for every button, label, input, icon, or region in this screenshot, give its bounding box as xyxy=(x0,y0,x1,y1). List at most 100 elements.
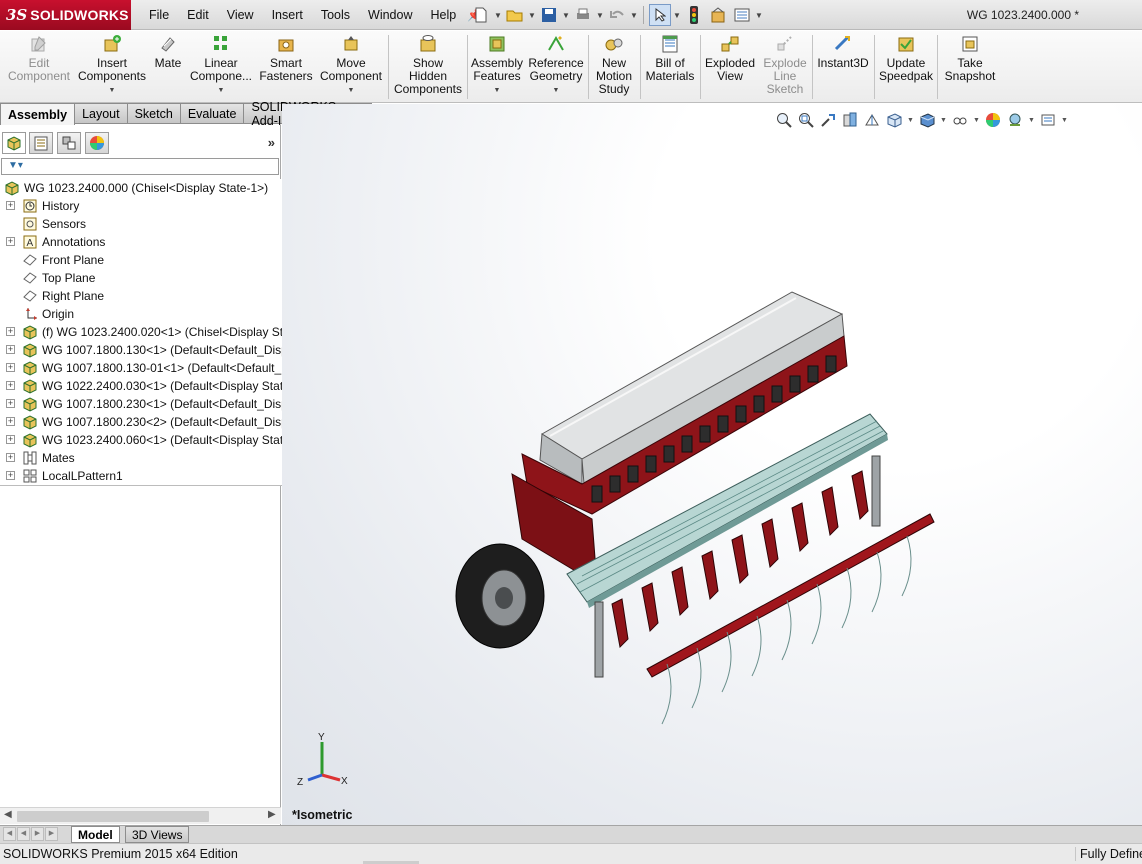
menu-insert[interactable]: Insert xyxy=(263,8,312,22)
prev-tab-icon[interactable]: ◀ xyxy=(17,827,30,841)
print-dropdown-icon[interactable]: ▼ xyxy=(596,11,604,20)
display-style-dropdown-icon[interactable]: ▼ xyxy=(940,117,947,124)
tab-layout[interactable]: Layout xyxy=(75,103,128,124)
new-dropdown-icon[interactable]: ▼ xyxy=(494,11,502,20)
tree-item-component[interactable]: WG 1023.2400.060<1> (Default<Display Sta… xyxy=(22,431,288,449)
scroll-right-icon[interactable]: ▶ xyxy=(268,809,276,820)
reference-geometry-button[interactable]: Reference Geometry ▼ xyxy=(527,34,585,97)
tree-item-sensors[interactable]: Sensors xyxy=(22,215,86,233)
edit-component-button[interactable]: Edit Component xyxy=(6,34,72,83)
expand-pattern-icon[interactable]: + xyxy=(6,471,15,480)
expand-component-icon[interactable]: + xyxy=(6,363,15,372)
tree-item-component[interactable]: WG 1007.1800.130-01<1> (Default<Default_… xyxy=(22,359,288,377)
tree-item-component[interactable]: WG 1007.1800.230<2> (Default<Default_Dis… xyxy=(22,413,288,431)
file-properties-icon[interactable] xyxy=(707,4,729,26)
select-dropdown-icon[interactable]: ▼ xyxy=(673,11,681,20)
tab-evaluate[interactable]: Evaluate xyxy=(180,103,245,124)
expand-mates-icon[interactable]: + xyxy=(6,453,15,462)
linear-pattern-dropdown-icon[interactable]: ▼ xyxy=(188,84,254,97)
smart-fasteners-button[interactable]: Smart Fasteners xyxy=(256,34,316,83)
menu-window[interactable]: Window xyxy=(359,8,421,22)
save-icon[interactable] xyxy=(538,4,560,26)
menu-tools[interactable]: Tools xyxy=(312,8,359,22)
view-settings-dropdown-icon[interactable]: ▼ xyxy=(1061,117,1068,124)
move-component-button[interactable]: Move Component ▼ xyxy=(318,34,384,97)
options-icon[interactable] xyxy=(731,4,753,26)
print-icon[interactable] xyxy=(572,4,594,26)
solidworks-logo[interactable]: 3S SOLIDWORKS xyxy=(0,0,131,30)
tree-item-pattern[interactable]: LocalLPattern1 xyxy=(22,467,123,485)
undo-icon[interactable] xyxy=(606,4,628,26)
update-speedpak-button[interactable]: Update Speedpak xyxy=(877,34,935,83)
zoom-to-fit-icon[interactable] xyxy=(775,112,792,129)
tree-item-component[interactable]: (f) WG 1023.2400.020<1> (Chisel<Display … xyxy=(22,323,288,341)
bill-of-materials-button[interactable]: Bill of Materials xyxy=(643,34,697,83)
propertymanager-tab[interactable] xyxy=(29,132,53,154)
insert-components-dropdown-icon[interactable]: ▼ xyxy=(76,84,148,97)
tab-3d-views[interactable]: 3D Views xyxy=(125,826,190,843)
tree-item-component[interactable]: WG 1022.2400.030<1> (Default<Display Sta… xyxy=(22,377,288,395)
configurationmanager-tab[interactable] xyxy=(57,132,81,154)
tree-item-mates[interactable]: Mates xyxy=(22,449,75,467)
open-dropdown-icon[interactable]: ▼ xyxy=(528,11,536,20)
seed-drill-model[interactable] xyxy=(452,284,962,754)
expand-panel-icon[interactable]: » xyxy=(268,135,275,150)
tree-item-history[interactable]: History xyxy=(22,197,79,215)
apply-scene-icon[interactable] xyxy=(1006,112,1023,129)
rebuild-icon[interactable] xyxy=(683,4,705,26)
view-orientation-icon[interactable] xyxy=(885,112,902,129)
options-dropdown-icon[interactable]: ▼ xyxy=(755,11,763,20)
mate-button[interactable]: Mate xyxy=(150,34,186,70)
insert-components-button[interactable]: Insert Components ▼ xyxy=(76,34,148,97)
select-arrow-icon[interactable] xyxy=(649,4,671,26)
menu-edit[interactable]: Edit xyxy=(178,8,218,22)
undo-dropdown-icon[interactable]: ▼ xyxy=(630,11,638,20)
tree-horizontal-scrollbar[interactable]: ◀ ▶ xyxy=(0,807,281,824)
new-motion-study-button[interactable]: New Motion Study xyxy=(591,34,637,96)
expand-component-icon[interactable]: + xyxy=(6,327,15,336)
last-tab-icon[interactable]: ▶ xyxy=(45,827,58,841)
hide-show-items-icon[interactable] xyxy=(951,112,968,129)
view-settings-icon[interactable] xyxy=(1039,112,1056,129)
display-style-icon[interactable] xyxy=(918,112,935,129)
menu-file[interactable]: File xyxy=(140,8,178,22)
expand-component-icon[interactable]: + xyxy=(6,399,15,408)
expand-component-icon[interactable]: + xyxy=(6,435,15,444)
zoom-to-area-icon[interactable] xyxy=(797,112,814,129)
tab-assembly[interactable]: Assembly xyxy=(0,103,76,125)
display-manager-tab[interactable] xyxy=(85,132,109,154)
save-dropdown-icon[interactable]: ▼ xyxy=(562,11,570,20)
tree-item-origin[interactable]: Origin xyxy=(22,305,74,323)
expand-history-icon[interactable]: + xyxy=(6,201,15,210)
open-icon[interactable] xyxy=(504,4,526,26)
move-component-dropdown-icon[interactable]: ▼ xyxy=(318,84,384,97)
tree-root[interactable]: WG 1023.2400.000 (Chisel<Display State-1… xyxy=(4,179,268,197)
assembly-features-button[interactable]: Assembly Features ▼ xyxy=(470,34,524,97)
show-hidden-components-button[interactable]: Show Hidden Components xyxy=(392,34,464,96)
tab-model[interactable]: Model xyxy=(71,826,120,843)
expand-component-icon[interactable]: + xyxy=(6,381,15,390)
tree-item-front-plane[interactable]: Front Plane xyxy=(22,251,104,269)
tree-item-component[interactable]: WG 1007.1800.230<1> (Default<Default_Dis… xyxy=(22,395,288,413)
view-orientation-dropdown-icon[interactable]: ▼ xyxy=(907,117,914,124)
edit-appearance-icon[interactable] xyxy=(984,112,1001,129)
tree-item-right-plane[interactable]: Right Plane xyxy=(22,287,104,305)
apply-scene-dropdown-icon[interactable]: ▼ xyxy=(1028,117,1035,124)
scroll-left-icon[interactable]: ◀ xyxy=(4,809,12,820)
filter-icon[interactable]: ▼▾ xyxy=(8,160,23,171)
featuremanager-tab[interactable] xyxy=(2,132,26,154)
graphics-area[interactable]: ▼ ▼ ▼ ▼ ▼ Y X Z *Isometric xyxy=(282,104,1142,826)
exploded-view-button[interactable]: Exploded View xyxy=(702,34,758,83)
assembly-features-dropdown-icon[interactable]: ▼ xyxy=(470,84,524,97)
expand-annotations-icon[interactable]: + xyxy=(6,237,15,246)
menu-help[interactable]: Help xyxy=(422,8,466,22)
tree-item-component[interactable]: WG 1007.1800.130<1> (Default<Default_Dis… xyxy=(22,341,288,359)
menu-view[interactable]: View xyxy=(218,8,263,22)
section-view-icon[interactable] xyxy=(841,112,858,129)
expand-component-icon[interactable]: + xyxy=(6,345,15,354)
previous-view-icon[interactable] xyxy=(819,112,836,129)
first-tab-icon[interactable]: ◀ xyxy=(3,827,16,841)
expand-component-icon[interactable]: + xyxy=(6,417,15,426)
instant3d-button[interactable]: Instant3D xyxy=(814,34,872,70)
dynamic-annotation-icon[interactable] xyxy=(863,112,880,129)
